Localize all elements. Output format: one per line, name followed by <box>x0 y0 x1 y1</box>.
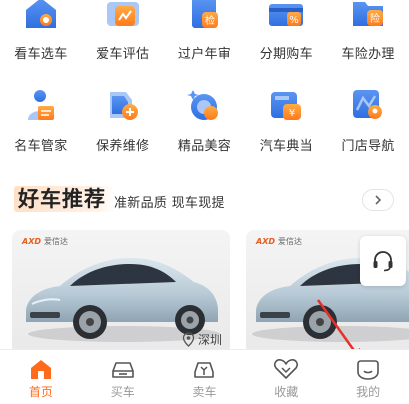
svg-text:险: 险 <box>370 12 380 25</box>
service-label: 门店导航 <box>341 139 395 154</box>
home-icon <box>30 360 51 379</box>
services-row-1: 看车选车 爱车评估 检 过户年审 % 分期购车 险 车险办理 <box>0 0 409 62</box>
tab-label: 卖车 <box>192 385 217 399</box>
service-label: 名车管家 <box>14 139 68 154</box>
svg-text:检: 检 <box>205 14 215 27</box>
more-button[interactable] <box>362 189 394 211</box>
buy-car-icon <box>111 362 134 378</box>
tab-label: 收藏 <box>274 385 299 399</box>
svg-text:¥: ¥ <box>289 108 295 119</box>
service-label: 爱车评估 <box>96 47 150 62</box>
services-row-2: 名车管家 保养维修 精品美容 ¥ 汽车典当 门店导航 <box>0 84 409 154</box>
tab-label: 首页 <box>28 385 53 399</box>
svg-text:%: % <box>290 15 300 26</box>
service-tile-transfer-inspection[interactable]: 检 过户年审 <box>164 0 246 62</box>
service-tile-car-evaluate[interactable]: 爱车评估 <box>82 0 164 62</box>
service-tile-car-beauty[interactable]: 精品美容 <box>164 84 246 154</box>
service-label: 精品美容 <box>177 139 232 154</box>
service-tile-butler[interactable]: 名车管家 <box>0 84 82 154</box>
profile-icon <box>357 360 379 380</box>
maintenance-icon <box>102 84 144 126</box>
service-label: 看车选车 <box>14 47 68 62</box>
pawn-icon: ¥ <box>265 84 307 126</box>
store-navigation-icon <box>347 84 389 126</box>
section-title: 好车推荐 <box>18 187 106 211</box>
service-tile-view-cars[interactable]: 看车选车 <box>0 0 82 62</box>
tab-label: 买车 <box>110 385 135 399</box>
service-tile-store-navigation[interactable]: 门店导航 <box>327 84 409 154</box>
butler-icon <box>20 84 62 126</box>
service-tile-maintenance[interactable]: 保养维修 <box>82 84 164 154</box>
tab-sell-car[interactable]: 卖车 <box>164 350 246 404</box>
insurance-folder-icon: 险 <box>347 0 389 34</box>
chevron-right-icon <box>373 191 383 210</box>
service-label: 分期购车 <box>259 47 313 62</box>
section-subtitle: 准新品质 现车现提 <box>114 196 225 211</box>
service-label: 保养维修 <box>96 139 150 154</box>
customer-service-button[interactable] <box>360 236 406 286</box>
tab-buy-car[interactable]: 买车 <box>82 350 164 404</box>
car-card[interactable]: AXD 爱信达 深圳 <box>12 230 230 354</box>
location-pin-icon <box>182 332 195 347</box>
location-text: 深圳 <box>197 333 222 347</box>
tab-favorites[interactable]: 收藏 <box>245 350 327 404</box>
service-label: 车险办理 <box>341 47 395 62</box>
headset-icon <box>373 251 393 272</box>
car-beauty-icon <box>183 84 225 126</box>
installment-card-icon: % <box>265 0 307 34</box>
recommend-section-header: 好车推荐 准新品质 现车现提 <box>0 176 409 224</box>
tab-profile[interactable]: 我的 <box>327 350 409 404</box>
sell-car-icon <box>194 362 215 378</box>
bottom-tab-bar: 首页 买车 卖车 收藏 我的 <box>0 349 409 404</box>
inspection-document-icon: 检 <box>183 0 225 34</box>
service-tile-pawn[interactable]: ¥ 汽车典当 <box>245 84 327 154</box>
service-tile-insurance[interactable]: 险 车险办理 <box>327 0 409 62</box>
house-search-icon <box>20 0 62 34</box>
service-label: 过户年审 <box>177 47 232 62</box>
favorite-heart-icon <box>274 359 299 379</box>
service-tile-installment[interactable]: % 分期购车 <box>245 0 327 62</box>
tab-label: 我的 <box>356 385 381 399</box>
service-label: 汽车典当 <box>259 139 313 154</box>
location-tag: 深圳 <box>182 331 222 348</box>
tab-home[interactable]: 首页 <box>0 350 82 404</box>
car-evaluate-icon <box>102 0 144 34</box>
